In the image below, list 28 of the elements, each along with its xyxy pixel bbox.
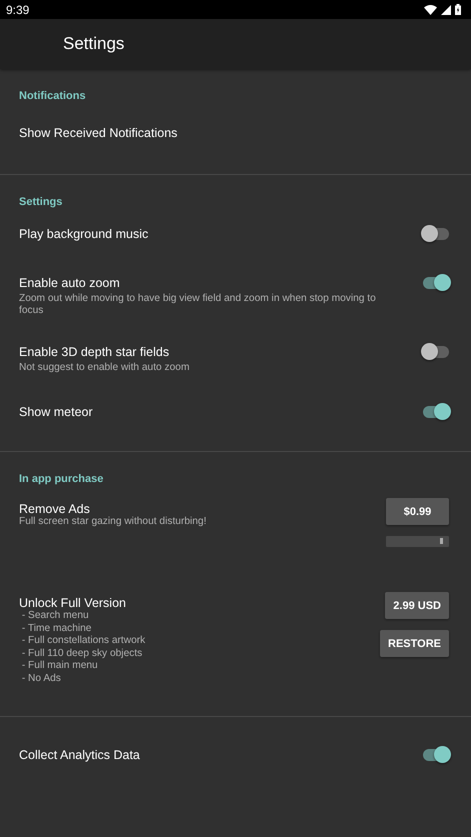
feature-line: Full screen star gazing without disturbing! bbox=[19, 516, 208, 528]
purchase-button[interactable]: 2.99 USD bbox=[385, 592, 449, 619]
purchase-button[interactable]: $0.99 bbox=[386, 498, 449, 525]
feature-line: - Full constellations artwork bbox=[20, 635, 146, 648]
status-time: 9:39 bbox=[6, 2, 30, 16]
wifi-icon bbox=[424, 4, 437, 14]
section-header: In app purchase bbox=[18, 472, 104, 485]
setting-title: Show meteor bbox=[19, 405, 94, 419]
signal-icon bbox=[441, 4, 451, 14]
feature-line: - Full 110 deep sky objects bbox=[20, 648, 144, 660]
setting-title: Remove Ads bbox=[19, 502, 91, 516]
feature-line: - No Ads bbox=[20, 672, 62, 685]
section-header: Notifications bbox=[18, 89, 87, 102]
setting-summary: Zoom out while moving to have big view field and zoom in when stop moving to focus bbox=[19, 293, 377, 317]
feature-line: - Search menu bbox=[20, 610, 90, 622]
setting-title: Show Received Notifications bbox=[19, 126, 178, 140]
section-header: Settings bbox=[18, 195, 64, 208]
setting-title: Enable 3D depth star fields bbox=[19, 345, 170, 359]
setting-title: Enable auto zoom bbox=[19, 276, 121, 290]
setting-title: Play background music bbox=[19, 227, 150, 241]
toolbar-title: Settings bbox=[63, 34, 124, 54]
feature-line: - Full main menu bbox=[20, 660, 99, 672]
setting-summary: Not suggest to enable with auto zoom bbox=[19, 362, 190, 374]
feature-line: - Time machine bbox=[20, 622, 92, 635]
setting-title: Unlock Full Version bbox=[19, 596, 127, 610]
purchase-button[interactable]: RESTORE bbox=[380, 630, 449, 657]
setting-title: Collect Analytics Data bbox=[19, 748, 141, 762]
battery-icon bbox=[455, 4, 461, 15]
